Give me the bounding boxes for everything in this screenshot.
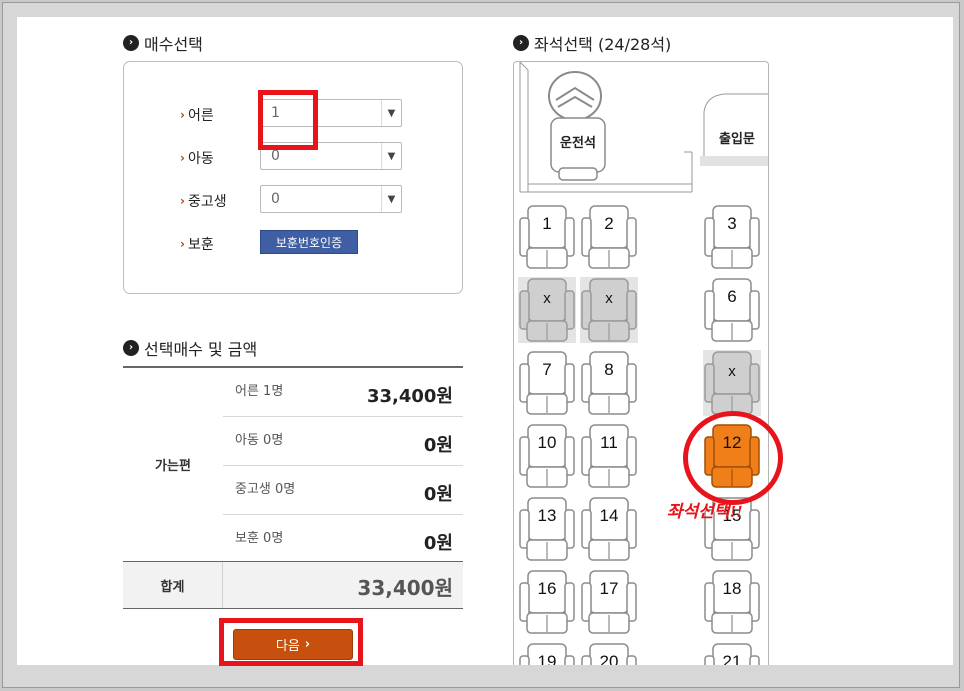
outbound-label: 가는편	[155, 459, 191, 474]
seat-number: 3	[727, 214, 737, 233]
total-amount: 33,400원	[357, 576, 453, 600]
seat-2[interactable]: 2	[580, 204, 638, 270]
chevron-down-icon: ▼	[381, 100, 401, 126]
seat-3[interactable]: 3	[703, 204, 761, 270]
seat-number: 20	[599, 652, 619, 665]
summary-row-name: 중고생 0명	[235, 482, 296, 497]
seat-selection-title-text: 좌석선택 (24/28석)	[534, 35, 672, 54]
summary-title-text: 선택매수 및 금액	[144, 340, 258, 359]
summary-row-amount: 0원	[423, 484, 453, 505]
summary-row-adult: 어른 1명 33,400원	[223, 368, 463, 417]
seat-10[interactable]: 10	[518, 423, 576, 489]
seat-number: 14	[599, 506, 619, 525]
summary-row-veteran: 보훈 0명 0원	[223, 515, 463, 564]
seat-20[interactable]: 20	[580, 642, 638, 665]
child-label-text: 아동	[187, 151, 214, 167]
seat-1[interactable]: 1	[518, 204, 576, 270]
seat-number: 8	[604, 360, 614, 379]
veteran-verify-button[interactable]: 보훈번호인증	[260, 230, 358, 254]
summary-total-row: 합계 33,400원	[123, 561, 463, 609]
chevron-right-icon: ›	[180, 194, 185, 208]
summary-row-amount: 0원	[423, 435, 453, 456]
total-label: 합계	[123, 562, 223, 608]
driver-seat-label: 운전석	[560, 136, 596, 151]
seat-number: 17	[599, 579, 619, 598]
bus-seat-map: 운전석 출입문 1 2 3 x x 6 7 8 x 10 11 12 13 14 15 16 17 18 19 20 2…	[513, 61, 769, 665]
seat-number: 21	[722, 652, 742, 665]
child-count-value: 0	[271, 148, 280, 164]
student-label: › 중고생	[180, 191, 227, 211]
seat-13[interactable]: 13	[518, 496, 576, 562]
seat-11[interactable]: 11	[580, 423, 638, 489]
student-count-select[interactable]: 0 ▼	[260, 185, 402, 213]
window-frame: › 매수선택 › 어른 1 ▼ › 아동 0 ▼ › 중고생 0 ▼ › 보훈 …	[2, 2, 960, 688]
seat-number: x	[543, 290, 551, 307]
summary-row-name: 아동 0명	[235, 433, 284, 448]
seat-taken: x	[518, 277, 576, 343]
chevron-down-icon: ▼	[381, 143, 401, 169]
seat-18[interactable]: 18	[703, 569, 761, 635]
summary-row-student: 중고생 0명 0원	[223, 466, 463, 515]
ticket-count-title-text: 매수선택	[144, 35, 203, 54]
seat-14[interactable]: 14	[580, 496, 638, 562]
seat-number: 6	[727, 287, 737, 306]
veteran-label: › 보훈	[180, 234, 214, 254]
ticket-count-title: › 매수선택	[123, 31, 203, 55]
adult-count-highlight-box	[258, 90, 318, 150]
seat-number: 19	[537, 652, 557, 665]
seat-taken: x	[580, 277, 638, 343]
chevron-down-icon: ▼	[381, 186, 401, 212]
seat-8[interactable]: 8	[580, 350, 638, 416]
seat-21[interactable]: 21	[703, 642, 761, 665]
summary-row-amount: 0원	[423, 533, 453, 554]
seat-number: 16	[537, 579, 557, 598]
seat-19[interactable]: 19	[518, 642, 576, 665]
seat-number: 1	[542, 214, 552, 233]
summary-row-amount: 33,400원	[366, 386, 453, 407]
child-label: › 아동	[180, 148, 214, 168]
summary-row-name: 어른 1명	[235, 384, 284, 399]
seat-number: 13	[537, 506, 557, 525]
seat-17[interactable]: 17	[580, 569, 638, 635]
section-bullet-icon: ›	[123, 340, 139, 356]
seat-number: 7	[542, 360, 552, 379]
veteran-label-text: 보훈	[187, 237, 214, 253]
section-bullet-icon: ›	[123, 35, 139, 51]
seat-6[interactable]: 6	[703, 277, 761, 343]
entrance-label: 출입문	[719, 132, 755, 147]
student-count-value: 0	[271, 191, 280, 207]
seat-number: 10	[537, 433, 557, 452]
seat-number: 11	[600, 433, 618, 452]
seat-16[interactable]: 16	[518, 569, 576, 635]
adult-label: › 어른	[180, 105, 214, 125]
next-button-highlight-box	[219, 618, 363, 666]
summary-title: › 선택매수 및 금액	[123, 336, 257, 360]
seat-selection-title: › 좌석선택 (24/28석)	[513, 31, 671, 55]
summary-row-child: 아동 0명 0원	[223, 417, 463, 466]
seat-select-annotation: 좌석선택!!	[667, 502, 743, 521]
seat-number: x	[605, 290, 613, 307]
booking-panel: › 매수선택 › 어른 1 ▼ › 아동 0 ▼ › 중고생 0 ▼ › 보훈 …	[17, 17, 953, 666]
seat-number: 18	[722, 579, 742, 598]
seat-taken: x	[703, 350, 761, 416]
seat-number: x	[728, 363, 736, 380]
section-bullet-icon: ›	[513, 35, 529, 51]
adult-label-text: 어른	[187, 108, 214, 124]
seat-7[interactable]: 7	[518, 350, 576, 416]
chevron-right-icon: ›	[180, 108, 185, 122]
fare-summary-table: 가는편 어른 1명 33,400원 아동 0명 0원 중고생 0명 0원 보훈 …	[123, 366, 463, 609]
summary-row-name: 보훈 0명	[235, 531, 284, 546]
seat-number: 2	[604, 214, 614, 233]
chevron-right-icon: ›	[180, 237, 185, 251]
chevron-right-icon: ›	[180, 151, 185, 165]
selected-seat-highlight-circle	[683, 411, 783, 505]
student-label-text: 중고생	[187, 194, 227, 210]
